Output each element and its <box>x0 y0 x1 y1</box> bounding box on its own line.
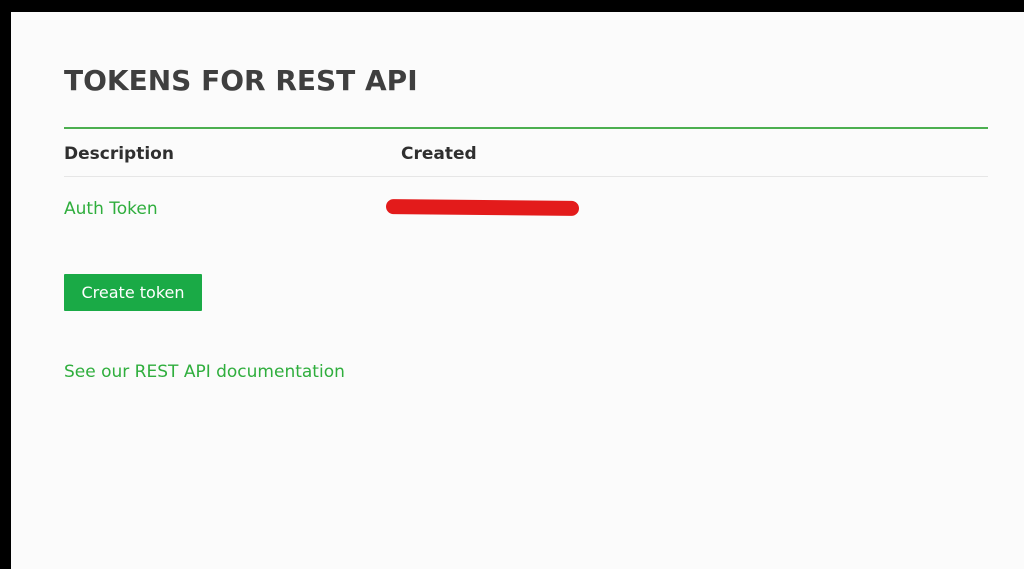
header-divider <box>64 176 988 177</box>
window-frame-top <box>0 0 1024 12</box>
redacted-created-value <box>385 198 580 217</box>
column-header-description: Description <box>64 144 174 164</box>
page-title: TOKENS FOR REST API <box>64 64 418 97</box>
column-header-created: Created <box>401 144 477 164</box>
window-frame-left <box>0 0 11 569</box>
token-description-link[interactable]: Auth Token <box>64 199 158 219</box>
title-divider <box>64 127 988 129</box>
rest-api-docs-link[interactable]: See our REST API documentation <box>64 362 345 382</box>
create-token-button[interactable]: Create token <box>64 274 202 311</box>
